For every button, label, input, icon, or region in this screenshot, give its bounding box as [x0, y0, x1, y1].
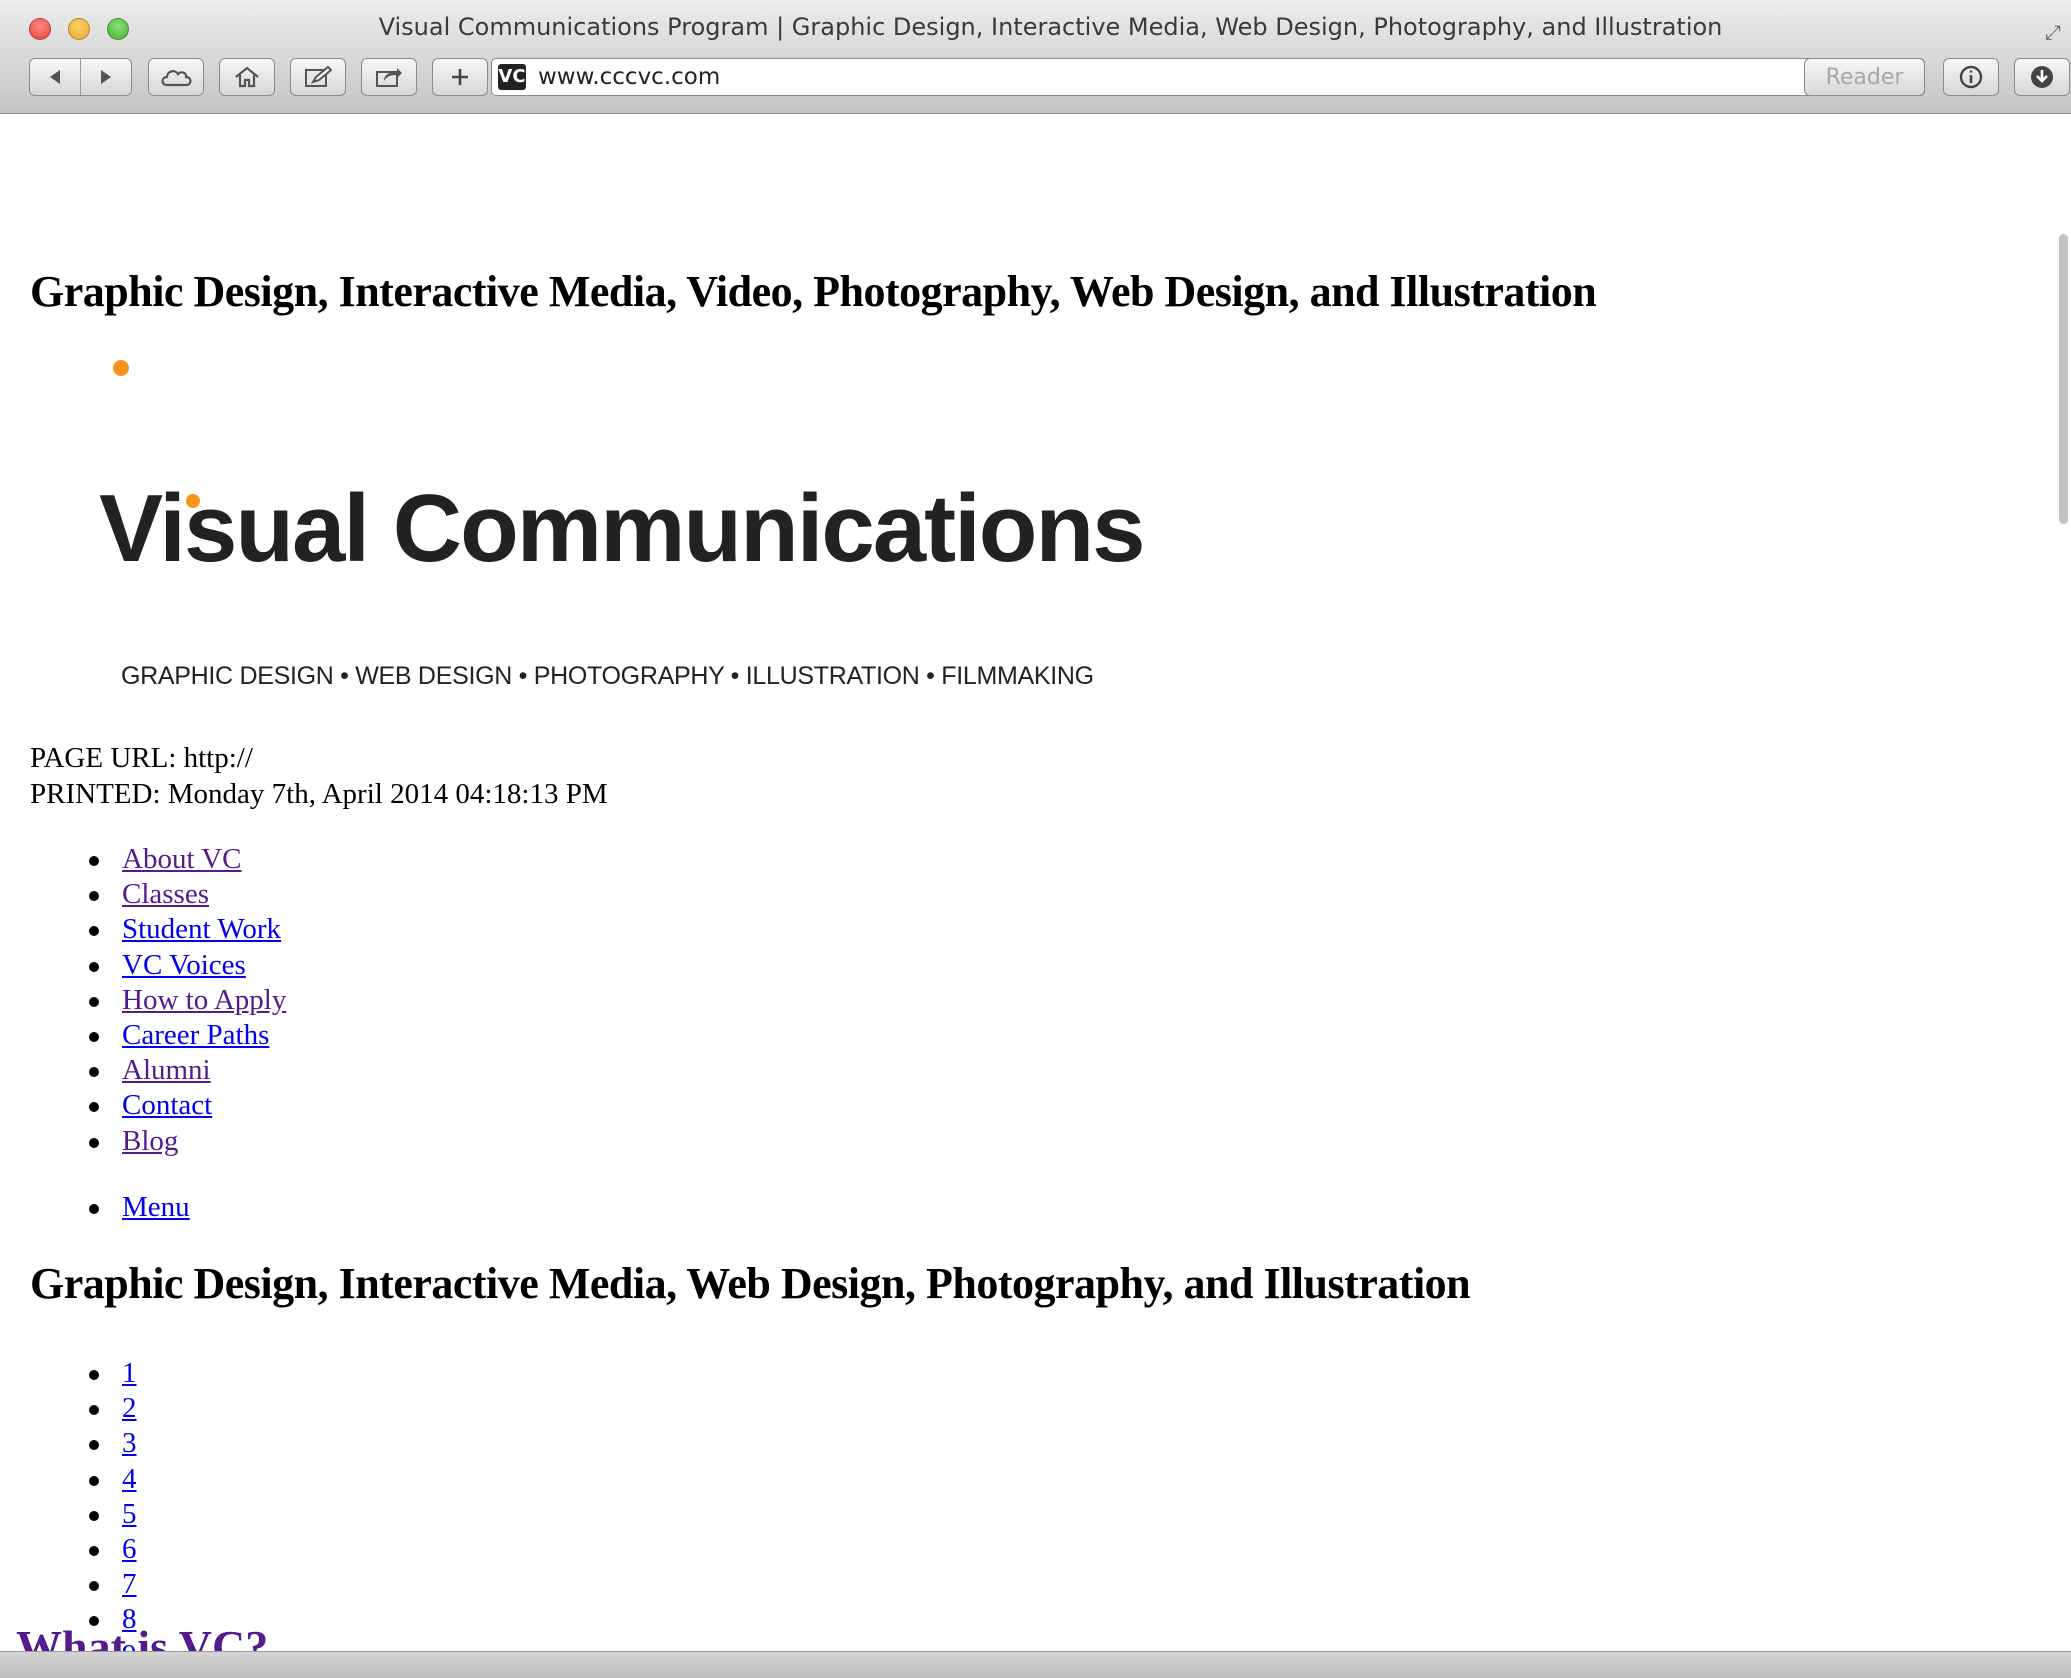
nav-link-career-paths[interactable]: Career Paths	[122, 1019, 269, 1051]
nav-item-student-work: Student Work	[44, 912, 286, 947]
nav-link-about[interactable]: About VC	[122, 843, 242, 875]
info-icon	[1959, 65, 1983, 89]
edit-button[interactable]	[290, 58, 346, 96]
logo-dot-icon	[186, 494, 200, 508]
site-logo[interactable]: Visual Communications GRAPHIC DESIGN • W…	[99, 474, 1149, 699]
icloud-tabs-icon	[161, 70, 192, 87]
slider-page-item: 5	[44, 1497, 151, 1532]
slider-page-link-4[interactable]: 4	[122, 1463, 137, 1495]
address-bar[interactable]: VC www.cccvc.com ↻	[491, 58, 1925, 96]
slider-page-item: 2	[44, 1391, 151, 1426]
back-icon	[50, 70, 60, 84]
page-content: Graphic Design, Interactive Media, Video…	[14, 114, 2057, 1651]
url-text[interactable]: www.cccvc.com	[538, 64, 720, 90]
nav-link-classes[interactable]: Classes	[122, 878, 209, 910]
title-bar: Visual Communications Program | Graphic …	[0, 0, 2071, 58]
content-heading: Graphic Design, Interactive Media, Web D…	[30, 1259, 1471, 1308]
slider-page-item: 4	[44, 1462, 151, 1497]
slider-page-item: 1	[44, 1356, 151, 1391]
main-nav-list: About VC Classes Student Work VC Voices …	[44, 842, 286, 1159]
forward-button[interactable]	[81, 59, 131, 95]
nav-item-how-to-apply: How to Apply	[44, 983, 286, 1018]
nav-link-alumni[interactable]: Alumni	[122, 1054, 211, 1086]
slider-page-link-3[interactable]: 3	[122, 1427, 137, 1459]
downloads-icon	[2031, 66, 2053, 88]
vertical-scrollbar[interactable]	[2057, 114, 2071, 1651]
print-info: PAGE URL: http:// PRINTED: Monday 7th, A…	[30, 740, 608, 812]
logo-wordmark: Visual Communications	[99, 475, 1145, 582]
info-button[interactable]	[1943, 58, 1999, 96]
back-button[interactable]	[30, 59, 80, 95]
browser-window: Visual Communications Program | Graphic …	[0, 0, 2071, 1678]
forward-icon	[100, 70, 111, 84]
slider-pagination-list: 1 2 3 4 5 6 7 8 9 10	[44, 1356, 151, 1651]
slider-page-link-2[interactable]: 2	[122, 1392, 137, 1424]
scroll-thumb[interactable]	[2059, 234, 2068, 524]
nav-item-about: About VC	[44, 842, 286, 877]
nav-link-student-work[interactable]: Student Work	[122, 913, 281, 945]
nav-link-how-to-apply[interactable]: How to Apply	[122, 984, 286, 1016]
edit-icon	[305, 65, 333, 87]
nav-item-contact: Contact	[44, 1088, 286, 1123]
printed-date-text: PRINTED: Monday 7th, April 2014 04:18:13…	[30, 778, 608, 810]
nav-item-classes: Classes	[44, 877, 286, 912]
nav-link-blog[interactable]: Blog	[122, 1125, 178, 1157]
nav-link-contact[interactable]: Contact	[122, 1089, 212, 1121]
slider-page-link-1[interactable]: 1	[122, 1357, 137, 1389]
slider-page-item: 3	[44, 1426, 151, 1461]
nav-link-vc-voices[interactable]: VC Voices	[122, 949, 246, 981]
menu-item: Menu	[44, 1190, 190, 1225]
home-icon	[235, 66, 259, 88]
menu-list: Menu	[44, 1190, 190, 1225]
nav-item-vc-voices: VC Voices	[44, 948, 286, 983]
nav-item-career-paths: Career Paths	[44, 1018, 286, 1053]
slider-page-link-6[interactable]: 6	[122, 1533, 137, 1565]
share-button[interactable]	[361, 58, 417, 96]
slider-page-link-5[interactable]: 5	[122, 1498, 137, 1530]
icloud-tabs-button[interactable]	[148, 58, 204, 96]
fullscreen-icon[interactable]: ⤢	[2045, 20, 2061, 44]
slider-page-item: 7	[44, 1567, 151, 1602]
share-icon	[376, 68, 402, 87]
slider-page-link-7[interactable]: 7	[122, 1568, 137, 1600]
window-title: Visual Communications Program | Graphic …	[378, 13, 1723, 41]
downloads-button[interactable]	[2014, 58, 2070, 96]
window-bottom-bar	[0, 1651, 2071, 1678]
browser-toolbar: VC www.cccvc.com ↻ Reader	[0, 58, 2071, 114]
site-favicon: VC	[498, 64, 526, 90]
site-tagline-heading: Graphic Design, Interactive Media, Video…	[30, 267, 1597, 316]
home-button[interactable]	[219, 58, 275, 96]
page-url-text: PAGE URL: http://	[30, 742, 253, 774]
new-tab-icon	[452, 69, 468, 85]
nav-item-blog: Blog	[44, 1124, 286, 1159]
slider-page-item: 6	[44, 1532, 151, 1567]
logo-subtitle: GRAPHIC DESIGN • WEB DESIGN • PHOTOGRAPH…	[121, 662, 1094, 690]
reader-button[interactable]: Reader	[1804, 58, 1925, 96]
new-tab-button[interactable]	[432, 58, 488, 96]
menu-link[interactable]: Menu	[122, 1191, 190, 1223]
orange-dot-icon	[113, 360, 129, 376]
back-forward-group	[29, 58, 132, 96]
nav-item-alumni: Alumni	[44, 1053, 286, 1088]
